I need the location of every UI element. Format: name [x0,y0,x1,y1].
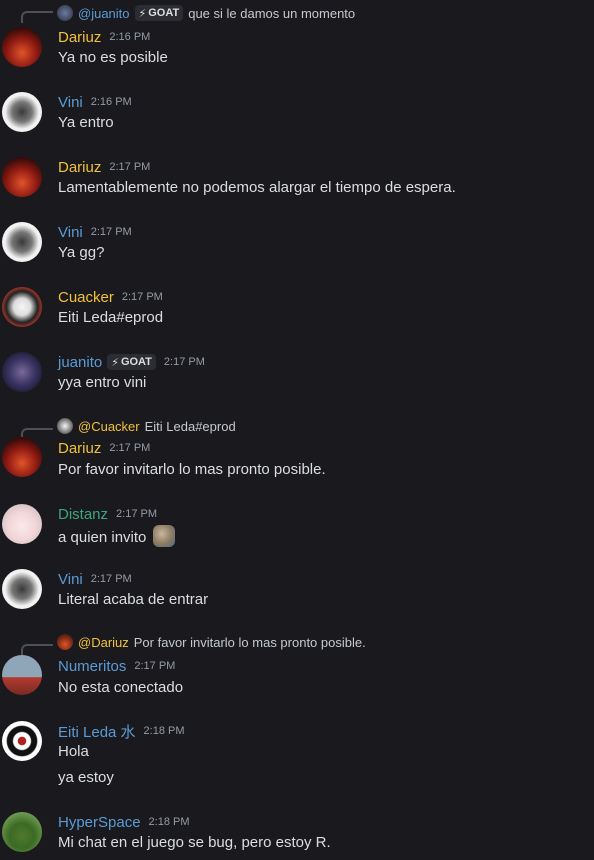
timestamp: 2:17 PM [163,356,205,368]
timestamp: 2:17 PM [90,573,132,585]
avatar[interactable] [2,437,42,477]
timestamp: 2:17 PM [90,226,132,238]
reply-connector [21,11,53,23]
message-text: No esta conectado [58,679,184,696]
username[interactable]: Cuacker [58,289,114,306]
avatar[interactable] [2,27,42,67]
username[interactable]: Dariuz [58,159,101,176]
avatar[interactable] [2,504,42,544]
timestamp: 2:17 PM [121,291,163,303]
avatar-cuacker-mini [57,418,73,434]
message-text: Por favor invitarlo lo mas pronto posibl… [58,461,326,478]
message-text: Literal acaba de entrar [58,591,209,608]
username[interactable]: Vini [58,571,83,588]
reply-author[interactable]: @Dariuz [78,635,129,650]
avatar[interactable] [2,721,42,761]
monkey-emoji [152,525,175,547]
message-text: yya entro vini [58,374,147,391]
timestamp: 2:18 PM [148,816,190,828]
message-text: Mi chat en el juego se bug, pero estoy R… [58,834,331,851]
avatar[interactable] [2,569,42,609]
username[interactable]: Dariuz [58,29,101,46]
message-text: Hola [58,743,89,760]
timestamp: 2:16 PM [90,96,132,108]
timestamp: 2:16 PM [109,31,151,43]
reply-author[interactable]: @Cuacker [78,419,140,434]
reply-text: Eiti Leda#eprod [144,418,236,434]
timestamp: 2:17 PM [109,161,151,173]
avatar[interactable] [2,655,42,695]
message-text: a quien invito [58,525,175,548]
message-text: Eiti Leda#eprod [58,309,164,326]
reply-reference[interactable]: @juanito ⚡ GOAT que si le damos un moment… [57,4,355,22]
bolt-icon: ⚡ [138,7,147,20]
timestamp: 2:17 PM [116,508,157,520]
avatar[interactable] [2,812,42,852]
message-text: Ya no es posible [58,49,168,66]
avatar[interactable] [2,157,42,197]
username[interactable]: juanito [58,354,102,371]
reply-text: que si le damos un momento [188,5,356,21]
goat-tag: ⚡ GOAT [134,5,184,21]
timestamp: 2:17 PM [109,442,151,454]
goat-tag: ⚡ GOAT [107,354,156,370]
message-text: ya estoy [58,769,114,786]
avatar-dariuz-mini [57,634,73,650]
username[interactable]: Eiti Leda 水 [58,721,136,742]
username[interactable]: Vini [58,224,83,241]
avatar-juanito-mini [57,5,73,21]
timestamp: 2:18 PM [143,725,185,737]
username[interactable]: Numeritos [58,658,126,675]
bolt-icon: ⚡ [111,356,119,369]
avatar[interactable] [2,352,42,392]
reply-author[interactable]: @juanito [78,6,130,21]
message-text: Lamentablemente no podemos alargar el ti… [58,179,456,196]
avatar[interactable] [2,222,42,262]
avatar[interactable] [2,92,42,132]
reply-text: Por favor invitarlo lo mas pronto posibl… [133,634,366,650]
username[interactable]: Dariuz [58,440,101,457]
chat-log: @juanito ⚡ GOAT que si le damos un moment… [0,0,594,860]
username[interactable]: Distanz [58,506,108,523]
message-text: Ya gg? [58,244,105,261]
reply-connector [21,644,53,656]
reply-reference[interactable]: @Cuacker Eiti Leda#eprod [57,417,236,435]
timestamp: 2:17 PM [134,660,176,672]
username[interactable]: Vini [58,94,83,111]
avatar[interactable] [2,287,42,327]
reply-reference[interactable]: @Dariuz Por favor invitarlo lo mas pront… [57,633,366,651]
message-text: Ya entro [58,114,114,131]
username[interactable]: HyperSpace [58,814,141,831]
